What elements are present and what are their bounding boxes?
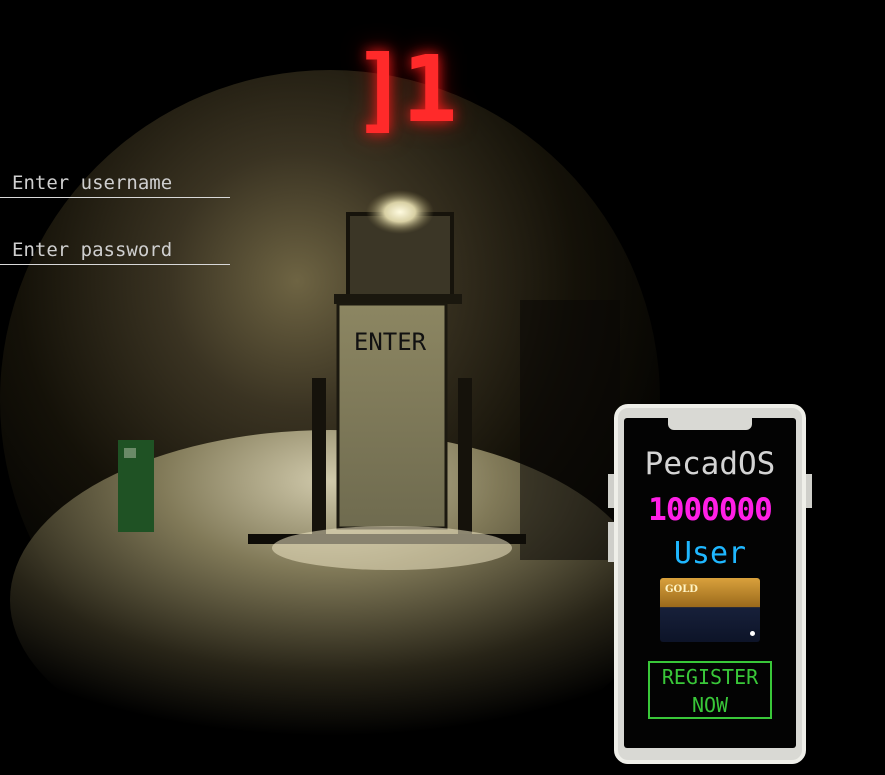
password-input[interactable] — [0, 235, 230, 265]
gold-card-image: GOLD — [660, 578, 760, 642]
balance-value: 1000000 — [648, 492, 773, 528]
gold-card-label: GOLD — [665, 584, 698, 595]
register-label-line2: NOW — [691, 693, 729, 717]
phone-widget: PecadOS 1000000 User GOLD REGISTER NOW — [608, 404, 812, 764]
enter-button[interactable]: ENTER — [340, 322, 440, 362]
username-input[interactable] — [0, 168, 230, 198]
os-name: PecadOS — [644, 446, 776, 482]
phone-notch — [668, 418, 752, 430]
user-role: User — [673, 536, 747, 571]
card-dot-icon — [750, 631, 755, 636]
register-now-button[interactable]: REGISTER NOW — [648, 661, 772, 719]
app-logo: ]1 — [352, 36, 458, 143]
register-label-line1: REGISTER — [661, 665, 759, 689]
phone-side-button — [806, 474, 812, 508]
